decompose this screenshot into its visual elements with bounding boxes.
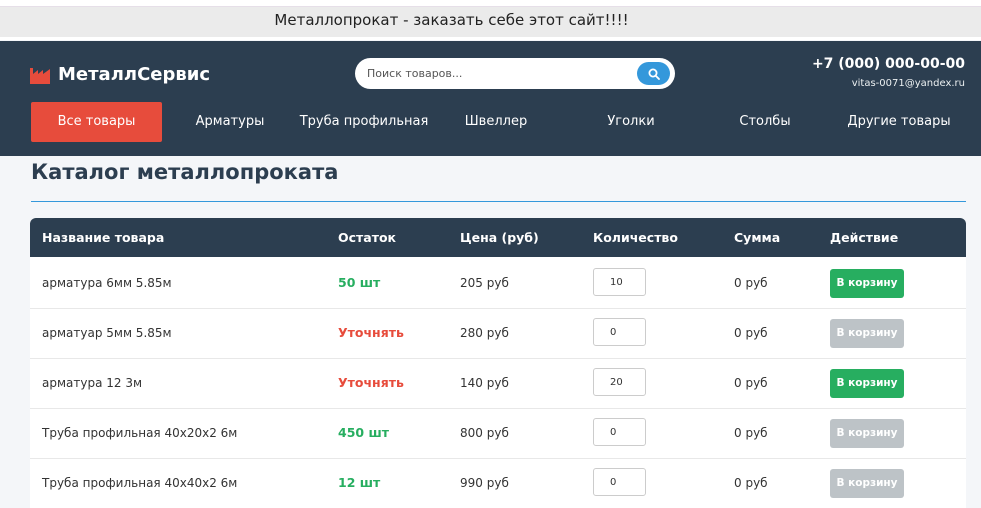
nav-channel[interactable]: Швеллер xyxy=(440,102,552,142)
stock-value: 450 шт xyxy=(338,425,389,440)
price-value: 205 руб xyxy=(460,276,509,290)
col-name: Название товара xyxy=(42,230,165,245)
sum-value: 0 руб xyxy=(734,326,768,340)
quantity-input[interactable] xyxy=(593,468,646,496)
table-row: Труба профильная 40х40х2 6м 12 шт 990 ру… xyxy=(30,458,966,508)
col-sum: Сумма xyxy=(734,230,781,245)
price-value: 990 руб xyxy=(460,476,509,490)
stock-value: Уточнять xyxy=(338,325,404,340)
price-value: 800 руб xyxy=(460,426,509,440)
stock-value: 50 шт xyxy=(338,275,381,290)
email-address[interactable]: vitas-0071@yandex.ru xyxy=(812,78,965,89)
product-name: Труба профильная 40х40х2 6м xyxy=(42,476,238,490)
col-stock: Остаток xyxy=(338,230,397,245)
table-row: арматура 6мм 5.85м 50 шт 205 руб 0 руб В… xyxy=(30,258,966,309)
catalog-table: Название товара Остаток Цена (руб) Колич… xyxy=(30,218,966,508)
product-name: арматура 12 3м xyxy=(42,376,143,390)
add-to-cart-button[interactable]: В корзину xyxy=(830,469,904,498)
quantity-input[interactable] xyxy=(593,368,646,396)
sum-value: 0 руб xyxy=(734,376,768,390)
price-value: 280 руб xyxy=(460,326,509,340)
quantity-input[interactable] xyxy=(593,418,646,446)
sum-value: 0 руб xyxy=(734,426,768,440)
stock-value: Уточнять xyxy=(338,375,404,390)
product-name: арматура 6мм 5.85м xyxy=(42,276,172,290)
promo-text[interactable]: Металлопрокат - заказать себе этот сайт!… xyxy=(0,11,903,29)
table-row: арматура 12 3м Уточнять 140 руб 0 руб В … xyxy=(30,358,966,409)
search-input[interactable] xyxy=(367,65,622,82)
quantity-input[interactable] xyxy=(593,318,646,346)
add-to-cart-button[interactable]: В корзину xyxy=(830,369,904,398)
site-header: МеталлСервис +7 (000) 000-00-00 vitas-00… xyxy=(0,41,981,156)
col-price: Цена (руб) xyxy=(460,230,539,245)
sum-value: 0 руб xyxy=(734,276,768,290)
table-row: арматуар 5мм 5.85м Уточнять 280 руб 0 ру… xyxy=(30,308,966,359)
logo[interactable]: МеталлСервис xyxy=(30,64,210,85)
stock-value: 12 шт xyxy=(338,475,381,490)
col-quantity: Количество xyxy=(593,230,678,245)
phone-number[interactable]: +7 (000) 000-00-00 xyxy=(812,56,965,72)
nav-all-products[interactable]: Все товары xyxy=(31,102,162,142)
price-value: 140 руб xyxy=(460,376,509,390)
sum-value: 0 руб xyxy=(734,476,768,490)
table-header: Название товара Остаток Цена (руб) Колич… xyxy=(30,218,966,257)
nav-rebar[interactable]: Арматуры xyxy=(170,102,290,142)
page-title: Каталог металлопроката xyxy=(31,160,339,184)
add-to-cart-button[interactable]: В корзину xyxy=(830,419,904,448)
contacts: +7 (000) 000-00-00 vitas-0071@yandex.ru xyxy=(812,56,965,89)
add-to-cart-button[interactable]: В корзину xyxy=(830,319,904,348)
table-row: Труба профильная 40х20х2 6м 450 шт 800 р… xyxy=(30,408,966,459)
quantity-input[interactable] xyxy=(593,268,646,296)
col-action: Действие xyxy=(830,230,899,245)
search-box xyxy=(355,58,675,89)
product-name: Труба профильная 40х20х2 6м xyxy=(42,426,238,440)
search-icon xyxy=(648,68,660,80)
promo-banner: Металлопрокат - заказать себе этот сайт!… xyxy=(0,0,981,40)
nav-profile-pipe[interactable]: Труба профильная xyxy=(294,102,434,142)
nav-posts[interactable]: Столбы xyxy=(714,102,816,142)
add-to-cart-button[interactable]: В корзину xyxy=(830,269,904,298)
title-divider xyxy=(31,201,966,202)
logo-text: МеталлСервис xyxy=(58,64,211,85)
nav-angles[interactable]: Уголки xyxy=(580,102,682,142)
nav-other-products[interactable]: Другие товары xyxy=(838,102,960,142)
category-nav: Все товары Арматуры Труба профильная Шве… xyxy=(30,102,951,142)
search-button[interactable] xyxy=(637,62,670,85)
product-name: арматуар 5мм 5.85м xyxy=(42,326,172,340)
factory-icon xyxy=(30,67,50,84)
